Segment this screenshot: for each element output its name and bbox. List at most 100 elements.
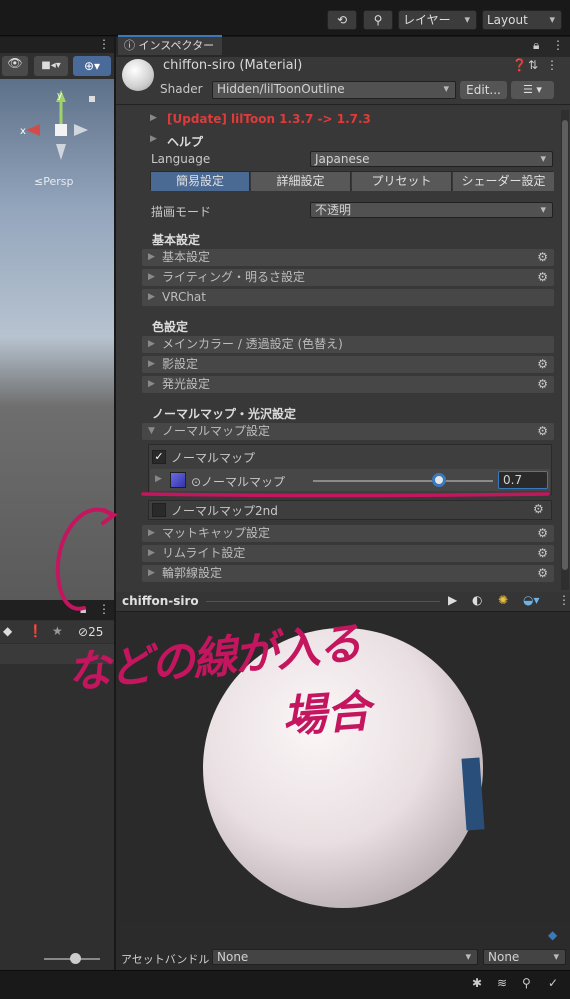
kebab-menu-icon[interactable]: ⋮	[552, 38, 564, 52]
axis-x-label: x	[20, 126, 26, 137]
presets-icon[interactable]: ⇅	[528, 58, 538, 72]
language-dropdown[interactable]: Japanese	[310, 151, 553, 167]
foldout-arrow-icon[interactable]: ▶	[150, 113, 157, 123]
normal-strength-input[interactable]: 0.7	[498, 471, 548, 489]
star-icon[interactable]: ★	[52, 624, 63, 638]
texture-slot-icon[interactable]	[170, 472, 186, 488]
asset-bundle-label: アセットバンドル	[121, 953, 210, 966]
layers-dropdown[interactable]: レイヤー	[398, 10, 477, 30]
language-value: Japanese	[315, 152, 370, 166]
render-mode-label: 描画モード	[151, 205, 212, 219]
annotation-line2: 場合	[280, 685, 372, 743]
tab-inspector-label: インスペクター	[138, 39, 215, 52]
help-icon[interactable]: ❓	[512, 58, 527, 72]
normal-map-property-label: ⊙ノーマルマップ	[191, 475, 286, 489]
gear-icon[interactable]: ⚙	[537, 545, 548, 562]
warning-icon[interactable]: ❗	[28, 624, 43, 638]
tag-icon[interactable]: ◆	[3, 624, 12, 638]
foldout-basic[interactable]: ▶ 基本設定 ⚙	[142, 249, 554, 266]
foldout-label: 基本設定	[162, 250, 211, 264]
gizmo-icon[interactable]: ⊕▾	[73, 56, 111, 76]
foldout-main-color[interactable]: ▶ メインカラー / 透過設定 (色替え)	[142, 336, 554, 353]
layout-label: Layout	[487, 13, 528, 27]
foldout-rimlight[interactable]: ▶ リムライト設定 ⚙	[142, 545, 554, 562]
tab-advanced[interactable]: 詳細設定	[251, 172, 351, 191]
tab-simple[interactable]: 簡易設定	[151, 172, 250, 191]
kebab-menu-icon[interactable]: ⋮	[98, 602, 110, 616]
gear-icon[interactable]: ⚙	[537, 376, 548, 393]
gear-icon[interactable]: ⚙	[537, 423, 548, 440]
foldout-outline[interactable]: ▶ 輪郭線設定 ⚙	[142, 565, 554, 582]
asset-bundle-variant-dropdown[interactable]: None	[483, 949, 566, 965]
zoom-slider-thumb[interactable]	[70, 953, 81, 964]
render-mode-dropdown[interactable]: 不透明	[310, 202, 553, 218]
foldout-normal-map[interactable]: ▼ ノーマルマップ設定 ⚙	[142, 423, 554, 440]
help-foldout[interactable]: ヘルプ	[167, 133, 203, 150]
normal-map-checkbox[interactable]: ✓	[152, 450, 166, 464]
normal-strength-slider[interactable]	[313, 480, 493, 482]
normal-map-toggle-label: ノーマルマップ	[171, 451, 256, 465]
gear-icon[interactable]: ⚙	[537, 356, 548, 373]
normal-strength-slider-thumb[interactable]	[432, 473, 446, 487]
foldout-shadow[interactable]: ▶ 影設定 ⚙	[142, 356, 554, 373]
foldout-lighting[interactable]: ▶ ライティング・明るさ設定 ⚙	[142, 269, 554, 286]
tab-inspector[interactable]: ⓘ インスペクター	[118, 35, 222, 55]
foldout-label: 影設定	[162, 357, 199, 371]
visibility-icon[interactable]: 👁	[2, 56, 28, 76]
kebab-menu-icon[interactable]: ⋮	[558, 593, 570, 607]
tag-icon[interactable]: ◆	[548, 928, 557, 942]
layers-icon[interactable]: ≋	[497, 976, 507, 990]
foldout-matcap[interactable]: ▶ マットキャップ設定 ⚙	[142, 525, 554, 542]
gear-icon[interactable]: ⚙	[533, 502, 544, 516]
preview-shape-icon[interactable]: ◒▾	[523, 593, 540, 607]
search-icon[interactable]: ⚲	[363, 10, 393, 30]
foldout-vrchat[interactable]: ▶ VRChat	[142, 289, 554, 306]
foldout-emission[interactable]: ▶ 発光設定 ⚙	[142, 376, 554, 393]
asset-bundle-dropdown[interactable]: None	[212, 949, 478, 965]
gear-icon[interactable]: ⚙	[537, 269, 548, 286]
layout-dropdown[interactable]: Layout	[482, 10, 562, 30]
play-icon[interactable]: ▶	[448, 593, 457, 607]
gear-icon[interactable]: ⚙	[537, 525, 548, 542]
history-icon[interactable]: ⟲	[327, 10, 357, 30]
tab-presets[interactable]: プリセット	[352, 172, 452, 191]
update-notice[interactable]: [Update] lilToon 1.3.7 -> 1.7.3	[167, 112, 371, 126]
lock-icon	[89, 96, 95, 102]
normal-map2-checkbox[interactable]	[152, 503, 166, 517]
foldout-label: 輪郭線設定	[162, 566, 223, 580]
shader-dropdown[interactable]: Hidden/lilToonOutline	[212, 81, 456, 99]
basic-section-title: 基本設定	[152, 233, 201, 247]
language-label: Language	[151, 152, 211, 166]
shader-list-dropdown[interactable]: ☰ ▾	[511, 81, 554, 99]
kebab-menu-icon[interactable]: ⋮	[546, 58, 558, 72]
normal-section-title: ノーマルマップ・光沢設定	[152, 407, 297, 421]
scene-orientation-gizmo[interactable]: x y	[14, 86, 104, 166]
material-title: chiffon-siro (Material)	[163, 58, 303, 73]
foldout-arrow-icon[interactable]: ▶	[155, 474, 162, 484]
foldout-label: マットキャップ設定	[162, 526, 271, 540]
axis-y-label: y	[57, 91, 63, 101]
material-preview-thumbnail	[122, 59, 154, 91]
foldout-label: ライティング・明るさ設定	[162, 270, 306, 284]
search-icon[interactable]: ⚲	[522, 976, 531, 990]
render-mode-value: 不透明	[315, 203, 352, 217]
gear-icon[interactable]: ⚙	[537, 565, 548, 582]
layers-label: レイヤー	[403, 13, 451, 27]
camera-icon[interactable]: ■◂▾	[34, 56, 68, 76]
scrollbar-thumb[interactable]	[562, 120, 568, 570]
debug-icon[interactable]: ✱	[472, 976, 482, 990]
gear-icon[interactable]: ⚙	[537, 249, 548, 266]
edit-shader-button[interactable]: Edit...	[460, 81, 507, 99]
check-icon[interactable]: ✓	[548, 976, 558, 990]
light-icon[interactable]: ✺	[498, 593, 508, 607]
tab-shader-settings[interactable]: シェーダー設定	[453, 172, 554, 191]
mode-tabs: 簡易設定 詳細設定 プリセット シェーダー設定	[150, 171, 554, 191]
asset-bundle-bar: ◆ アセットバンドル None None	[116, 922, 570, 970]
sphere-icon[interactable]: ◐	[472, 593, 482, 607]
foldout-label: 発光設定	[162, 377, 211, 391]
foldout-arrow-icon[interactable]: ▶	[150, 134, 157, 144]
lock-icon[interactable]: 🔒︎	[533, 38, 539, 53]
persp-label[interactable]: ≤Persp	[34, 175, 73, 188]
kebab-menu-icon[interactable]: ⋮	[98, 37, 110, 51]
lock-icon[interactable]: 🔒︎	[80, 602, 86, 617]
